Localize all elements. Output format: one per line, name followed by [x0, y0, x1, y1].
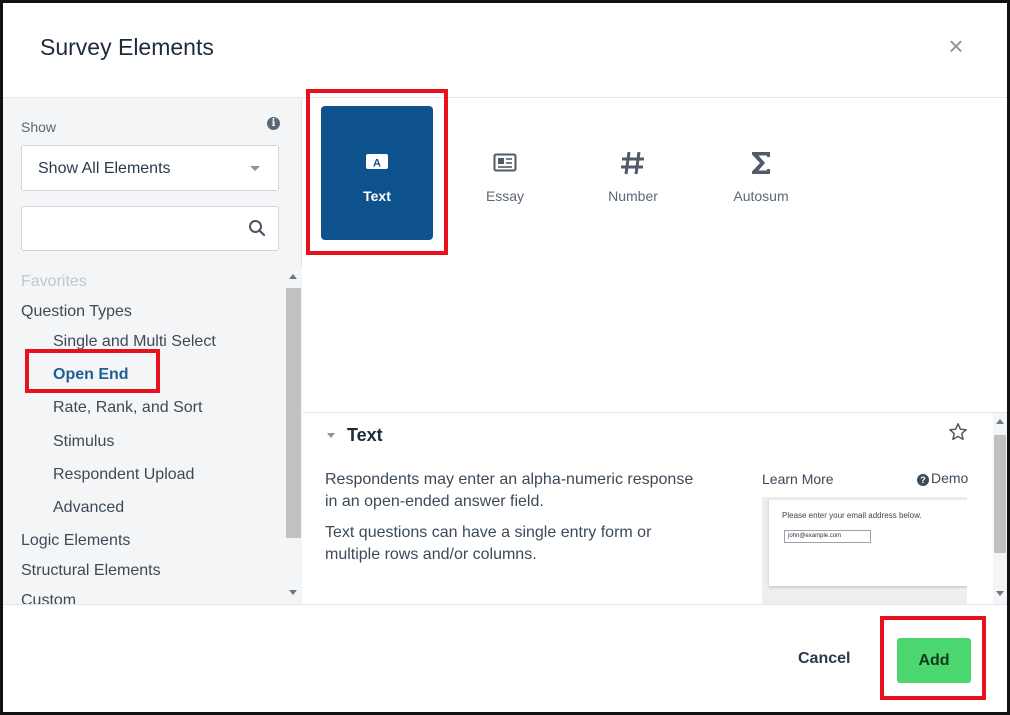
tree-item-logic-elements[interactable]: Logic Elements [21, 532, 130, 550]
tree-item-question-types[interactable]: Question Types [21, 303, 132, 321]
tree-item-custom[interactable]: Custom [21, 592, 76, 604]
element-search [21, 206, 279, 251]
details-description: Respondents may enter an alpha-numeric r… [325, 469, 705, 575]
dialog-header: Survey Elements × [3, 3, 1007, 98]
info-icon[interactable]: i [267, 117, 280, 130]
tile-number[interactable]: Number [577, 106, 689, 240]
close-icon[interactable]: × [943, 33, 969, 59]
tree-item-open-end[interactable]: Open End [53, 366, 129, 384]
tile-autosum[interactable]: Autosum [705, 106, 817, 240]
element-preview-image: Please enter your email address below. j… [762, 497, 967, 604]
tree-item-stimulus[interactable]: Stimulus [53, 433, 114, 451]
details-title: Text [347, 425, 383, 445]
sidebar-scrollbar[interactable] [285, 268, 302, 604]
element-filter-sidebar: Show i Show All Elements Favorites Quest… [3, 98, 302, 604]
star-icon[interactable] [948, 422, 968, 442]
details-scrollbar[interactable] [993, 413, 1007, 604]
search-input[interactable] [22, 207, 242, 250]
show-filter-value: Show All Elements [38, 160, 171, 177]
demo-label: Demo [931, 470, 969, 486]
element-category-tree: Favorites Question Types Single and Mult… [3, 268, 285, 604]
element-tiles: A Text Essay Number Autosum [303, 98, 1007, 412]
tile-essay-label: Essay [485, 188, 525, 204]
show-filter-select[interactable]: Show All Elements [21, 145, 279, 191]
preview-card: Please enter your email address below. j… [769, 500, 967, 586]
tree-item-respondent-upload[interactable]: Respondent Upload [53, 466, 194, 484]
tree-item-favorites[interactable]: Favorites [21, 273, 87, 291]
scroll-up-arrow-icon[interactable] [289, 274, 297, 279]
sigma-icon [752, 152, 770, 174]
details-paragraph: Text questions can have a single entry f… [325, 524, 652, 563]
svg-text:A: A [373, 158, 381, 170]
preview-question: Please enter your email address below. [782, 511, 922, 520]
tree-item-structural-elements[interactable]: Structural Elements [21, 562, 161, 580]
dialog-title: Survey Elements [40, 34, 214, 60]
demo-link[interactable]: ? Demo [917, 470, 968, 486]
tree-item-advanced[interactable]: Advanced [53, 499, 124, 517]
add-button[interactable]: Add [897, 638, 971, 683]
question-icon: ? [917, 474, 929, 486]
scroll-thumb[interactable] [286, 288, 301, 538]
tree-item-rate-rank-sort[interactable]: Rate, Rank, and Sort [53, 399, 202, 417]
hash-icon [621, 151, 644, 175]
tile-text[interactable]: A Text [321, 106, 433, 240]
cancel-button[interactable]: Cancel [798, 650, 850, 668]
text-field-icon: A [366, 154, 388, 170]
essay-icon [493, 153, 517, 172]
scroll-down-arrow-icon[interactable] [996, 591, 1004, 596]
tree-item-single-multi-select[interactable]: Single and Multi Select [53, 333, 216, 351]
details-paragraph: Respondents may enter an alpha-numeric r… [325, 471, 694, 510]
collapse-caret-icon[interactable] [327, 433, 335, 438]
scroll-down-arrow-icon[interactable] [289, 590, 297, 595]
dialog-footer: Cancel Add [3, 604, 1007, 712]
scroll-thumb[interactable] [994, 435, 1006, 553]
tile-essay[interactable]: Essay [449, 106, 561, 240]
tile-text-label: Text [363, 188, 391, 204]
element-details-panel: Text Respondents may enter an alpha-nume… [303, 412, 1007, 604]
survey-elements-dialog: Survey Elements × Show i Show All Elemen… [0, 0, 1010, 715]
tile-number-label: Number [608, 188, 658, 204]
search-icon[interactable] [248, 219, 266, 237]
tile-autosum-label: Autosum [733, 188, 789, 204]
scroll-up-arrow-icon[interactable] [996, 419, 1004, 424]
show-label: Show [21, 119, 57, 135]
chevron-down-icon [250, 166, 260, 171]
learn-more-link[interactable]: Learn More [762, 471, 834, 487]
preview-input: john@example.com [784, 530, 871, 543]
